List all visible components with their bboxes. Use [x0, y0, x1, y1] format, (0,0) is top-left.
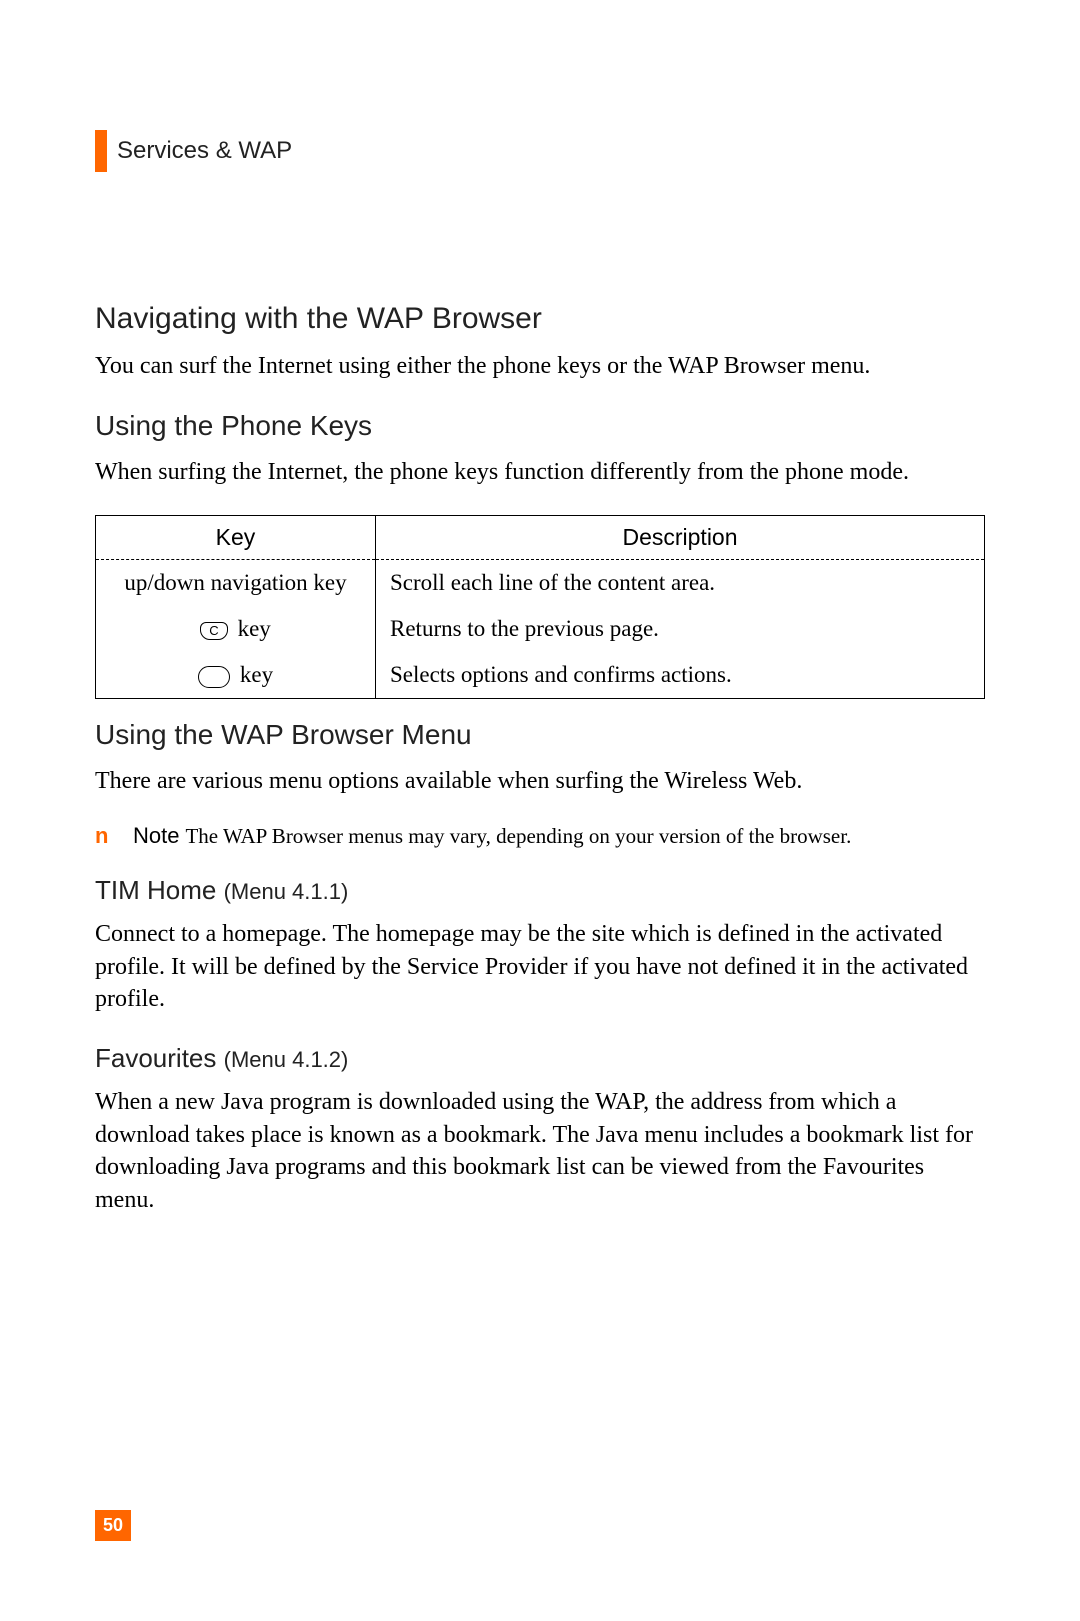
table-cell-key: key	[96, 652, 376, 699]
paragraph-wap-menu: There are various menu options available…	[95, 765, 985, 797]
keys-table: Key Description up/down navigation key S…	[95, 515, 985, 699]
key-c-icon: C	[200, 622, 227, 640]
accent-bar-icon	[95, 130, 107, 172]
heading-phone-keys: Using the Phone Keys	[95, 410, 985, 442]
heading-favourites: Favourites (Menu 4.1.2)	[95, 1043, 985, 1074]
heading-tim-home-ref: (Menu 4.1.1)	[224, 879, 349, 904]
note-label: Note	[133, 823, 179, 848]
heading-tim-home-title: TIM Home	[95, 875, 216, 905]
section-title: Services & WAP	[117, 137, 292, 165]
paragraph-favourites: When a new Java program is downloaded us…	[95, 1086, 985, 1216]
table-cell-desc: Scroll each line of the content area.	[376, 559, 985, 606]
table-header-desc: Description	[376, 515, 985, 559]
key-round-icon	[198, 666, 230, 688]
paragraph-phone-keys: When surfing the Internet, the phone key…	[95, 456, 985, 488]
table-row: up/down navigation key Scroll each line …	[96, 559, 985, 606]
heading-navigating: Navigating with the WAP Browser	[95, 302, 985, 336]
note-block: n NoteThe WAP Browser menus may vary, de…	[95, 823, 985, 849]
page-number: 50	[95, 1510, 131, 1541]
paragraph-intro: You can surf the Internet using either t…	[95, 350, 985, 382]
table-header-row: Key Description	[96, 515, 985, 559]
heading-wap-menu: Using the WAP Browser Menu	[95, 719, 985, 751]
table-cell-desc: Returns to the previous page.	[376, 606, 985, 652]
table-row: key Selects options and confirms actions…	[96, 652, 985, 699]
table-row: Ckey Returns to the previous page.	[96, 606, 985, 652]
table-header-key: Key	[96, 515, 376, 559]
heading-favourites-title: Favourites	[95, 1043, 216, 1073]
note-text: The WAP Browser menus may vary, dependin…	[185, 824, 851, 848]
key-label: key	[238, 616, 271, 641]
heading-tim-home: TIM Home (Menu 4.1.1)	[95, 875, 985, 906]
heading-favourites-ref: (Menu 4.1.2)	[224, 1047, 349, 1072]
table-cell-key: up/down navigation key	[96, 559, 376, 606]
note-marker-icon: n	[95, 823, 133, 849]
paragraph-tim-home: Connect to a homepage. The homepage may …	[95, 918, 985, 1015]
page-header: Services & WAP	[95, 130, 985, 172]
key-label: key	[240, 662, 273, 687]
note-content: NoteThe WAP Browser menus may vary, depe…	[133, 823, 851, 849]
table-cell-key: Ckey	[96, 606, 376, 652]
table-cell-desc: Selects options and confirms actions.	[376, 652, 985, 699]
